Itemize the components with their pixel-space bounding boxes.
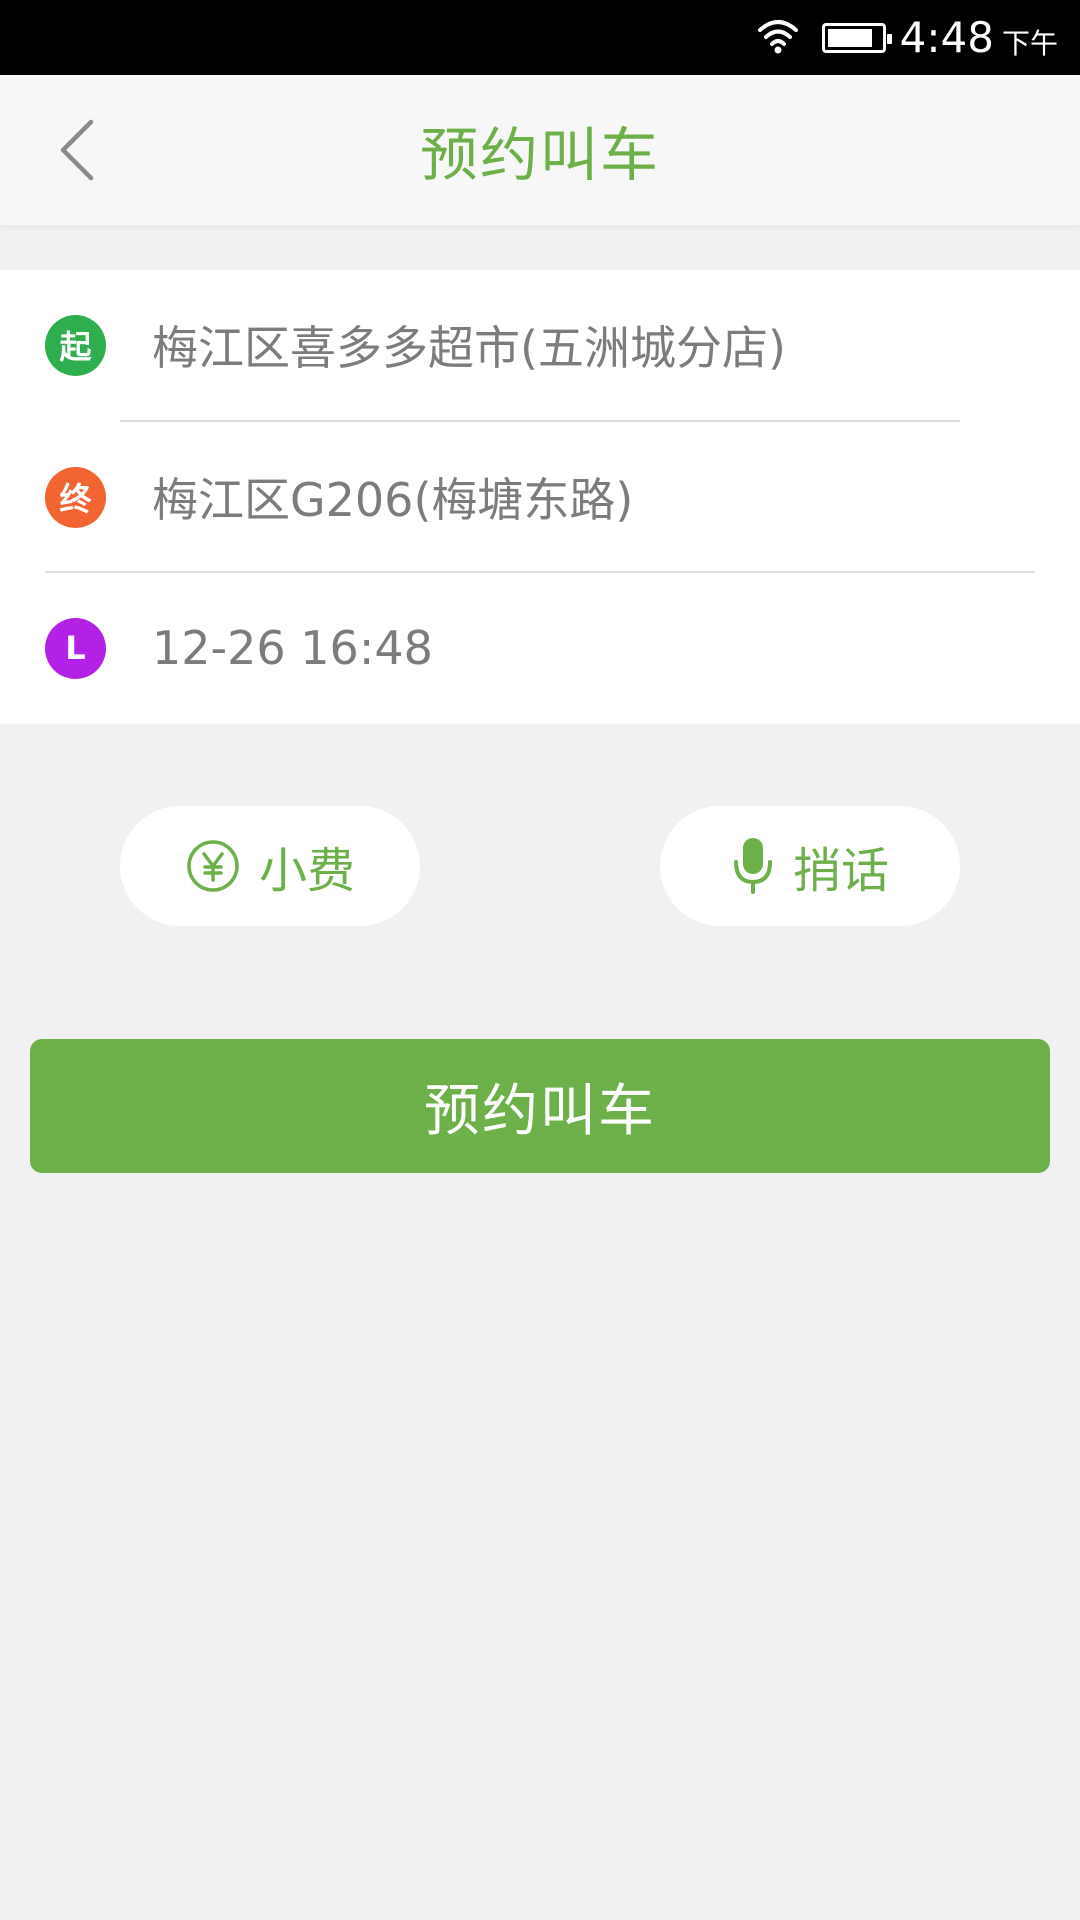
end-location-row[interactable]: 终 梅江区G206(梅塘东路) xyxy=(0,422,1080,572)
status-ampm: 下午 xyxy=(1001,26,1058,60)
start-address: 梅江区喜多多超市(五洲城分店) xyxy=(152,321,786,375)
departure-time: 12-26 16:48 xyxy=(152,621,433,675)
departure-time-row[interactable]: L 12-26 16:48 xyxy=(0,573,1080,723)
end-address: 梅江区G206(梅塘东路) xyxy=(152,473,634,527)
tip-button[interactable]: 小费 xyxy=(120,806,420,926)
time-badge-icon: L xyxy=(45,617,106,679)
book-ride-button[interactable]: 预约叫车 xyxy=(30,1039,1050,1173)
wifi-icon xyxy=(756,16,800,60)
microphone-icon xyxy=(733,838,772,894)
start-location-row[interactable]: 起 梅江区喜多多超市(五洲城分店) xyxy=(0,270,1080,420)
status-indicators: 4:48 下午 xyxy=(756,0,1058,75)
tip-label: 小费 xyxy=(258,843,355,899)
status-time: 4:48 xyxy=(899,13,994,62)
nav-bar: 预约叫车 xyxy=(0,75,1080,225)
page-title: 预约叫车 xyxy=(419,121,660,189)
yuan-icon xyxy=(187,840,239,892)
message-label: 捎话 xyxy=(792,843,889,899)
message-button[interactable]: 捎话 xyxy=(660,806,960,926)
end-badge-icon: 终 xyxy=(45,466,106,528)
battery-icon xyxy=(821,22,892,53)
back-button[interactable] xyxy=(42,115,112,185)
status-bar: 4:48 下午 xyxy=(0,0,1080,75)
start-badge-icon: 起 xyxy=(45,314,106,376)
trip-form: 起 梅江区喜多多超市(五洲城分店) 终 梅江区G206(梅塘东路) L 12-2… xyxy=(0,270,1080,724)
chevron-left-icon xyxy=(60,119,94,181)
